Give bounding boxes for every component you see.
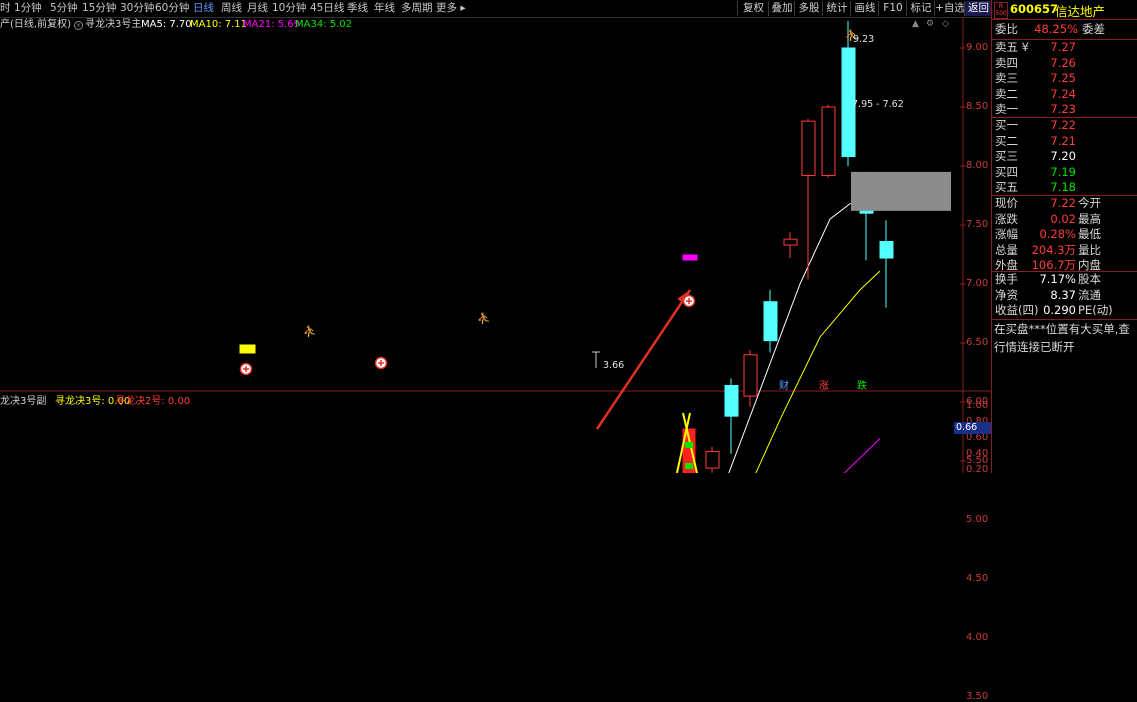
stats-button[interactable]: 统计 <box>822 1 851 16</box>
tab-period-day[interactable]: 日线 <box>193 2 214 15</box>
price-tick-label: 6.50 <box>966 337 989 348</box>
sub-signal-mark <box>685 442 693 448</box>
candle <box>859 210 874 214</box>
sub-tick-label: 1.00 <box>966 400 989 411</box>
buy-row: 买五 7.18 <box>995 180 1076 194</box>
tab-period-more[interactable]: 更多 ▸ <box>436 2 466 15</box>
tab-period-multi[interactable]: 多周期 <box>401 2 433 15</box>
sub-signal-mark <box>685 463 693 469</box>
tab-period-45day[interactable]: 45日线 <box>310 2 344 15</box>
candle <box>801 120 816 176</box>
range-label: 7.95 - 7.62 <box>852 99 904 110</box>
candle <box>724 384 739 417</box>
low-price-label: 3.66 <box>603 360 625 371</box>
f10-button[interactable]: F10 <box>878 1 907 16</box>
stock-name: 信达地产 <box>1055 4 1106 19</box>
weibi-row: 委比 48.25% 委差 <box>995 22 1105 36</box>
quote-panel: R 500 600657 信达地产 委比 48.25% 委差 卖五 ¥7.27 卖… <box>991 0 1137 473</box>
sell-row: 卖三 7.25 <box>995 71 1076 85</box>
stat-row: 现价 7.22 今开 <box>995 196 1101 210</box>
stats2-row: 换手 7.17% 股本 <box>995 272 1101 286</box>
stat-row: 涨跌 0.02 最高 <box>995 211 1101 226</box>
tab-period-month[interactable]: 月线 <box>247 2 268 15</box>
sub-value-2: 寻龙决2号: 0.00 <box>115 396 191 407</box>
price-tick-label: 8.00 <box>966 160 989 171</box>
stats2-row: 净资 8.37 流通 <box>995 287 1101 302</box>
overlay-button[interactable]: 叠加 <box>768 1 795 16</box>
buy-row: 买三 7.20 <box>995 149 1076 163</box>
stock-badge: R 500 <box>994 2 1008 19</box>
sell-row: 卖一 7.23 <box>995 102 1076 116</box>
marker-down[interactable]: 跌 <box>857 377 867 392</box>
price-tick-label: 7.00 <box>966 278 989 289</box>
stat-row: 涨幅 0.28% 最低 <box>995 227 1101 241</box>
buy-row: 买四 7.19 <box>995 164 1076 179</box>
price-tick-label: 7.50 <box>966 219 989 230</box>
stat-row: 总量 204.3万 量比 <box>995 242 1101 257</box>
connection-status: 行情连接已断开 <box>994 340 1075 354</box>
tab-period-60min[interactable]: 60分钟 <box>155 2 189 15</box>
stats2-row: 收益(四) 0.290 PE(动) <box>995 303 1113 317</box>
fuquan-button[interactable]: 复权 <box>737 1 769 16</box>
candle <box>743 354 758 397</box>
candle <box>783 238 798 246</box>
multi-stock-button[interactable]: 多股 <box>794 1 823 16</box>
tab-period-15min[interactable]: 15分钟 <box>82 2 116 15</box>
range-band <box>851 171 951 211</box>
marker-up[interactable]: 涨 <box>819 377 829 392</box>
price-tick-label: 4.50 <box>966 573 989 584</box>
sell-row: 卖五 ¥7.27 <box>995 40 1076 54</box>
price-tick-label: 4.00 <box>966 632 989 643</box>
candle <box>705 451 720 469</box>
sub-tick-label: 0.20 <box>966 464 989 475</box>
price-tick-label: 8.50 <box>966 101 989 112</box>
draw-line-button[interactable]: 画线 <box>850 1 879 16</box>
add-watchlist-button[interactable]: +自选 <box>934 1 965 16</box>
price-tick-label: 3.50 <box>966 691 989 702</box>
candle <box>763 301 778 342</box>
figure-icon: ⛹ <box>303 324 317 338</box>
sell-row: 卖四 7.26 <box>995 55 1076 70</box>
tab-period-quarter[interactable]: 季线 <box>347 2 368 15</box>
tab-period-0[interactable]: 时 <box>0 2 11 15</box>
sub-indicator-name[interactable]: 龙决3号副 <box>0 392 46 407</box>
candle <box>879 241 894 259</box>
sell-row: 卖二 7.24 <box>995 86 1076 101</box>
sub-tick-label: 0.60 <box>966 432 989 443</box>
tab-period-10min[interactable]: 10分钟 <box>272 2 306 15</box>
figure-icon: ⛹ <box>477 311 491 325</box>
period-toolbar: 时 1分钟 5分钟 15分钟 30分钟 60分钟 日线 周线 月线 10分钟 4… <box>0 0 992 18</box>
sub-tick-label: 0.40 <box>966 448 989 459</box>
mark-button[interactable]: 标记 <box>906 1 935 16</box>
signal-candle <box>682 254 698 261</box>
alert-message: 在买盘***位置有大买单,查 <box>994 322 1130 336</box>
price-tick-label: 9.00 <box>966 42 989 53</box>
buy-row: 买二 7.21 <box>995 133 1076 148</box>
ma5-line <box>728 200 881 473</box>
back-button[interactable]: 返回 <box>964 1 992 16</box>
signal-candle <box>239 344 256 354</box>
candle <box>821 106 836 176</box>
ma21-line <box>843 438 881 473</box>
tab-period-year[interactable]: 年线 <box>374 2 395 15</box>
tab-period-30min[interactable]: 30分钟 <box>120 2 154 15</box>
high-price-label: 9.23 <box>853 34 875 45</box>
price-tick-label: 5.00 <box>966 514 989 525</box>
stock-code: 600657 <box>1010 2 1059 16</box>
tab-period-5min[interactable]: 5分钟 <box>50 2 78 15</box>
cursor-value-box: 0.66 <box>954 422 992 434</box>
buy-row: 买一 7.22 <box>995 118 1076 132</box>
marker-finance[interactable]: 财 <box>779 377 789 392</box>
tab-period-week[interactable]: 周线 <box>221 2 242 15</box>
tab-period-1min[interactable]: 1分钟 <box>14 2 42 15</box>
